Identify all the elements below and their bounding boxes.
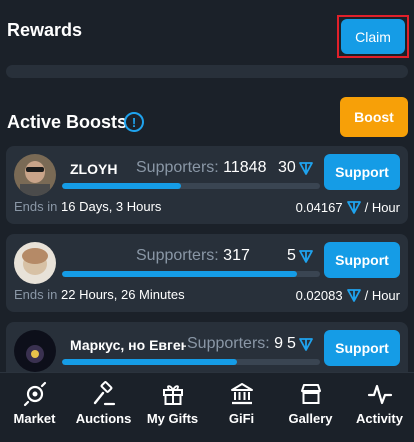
nav-label: Auctions <box>75 411 132 426</box>
supporters-count: Supporters: 11848 <box>136 159 266 177</box>
ends-in-value: 22 Hours, 26 Minutes <box>61 287 185 302</box>
boost-progress-fill <box>62 271 297 277</box>
rate: 0.02083 / Hour <box>296 287 400 303</box>
rewards-title: Rewards <box>7 20 83 40</box>
boost-card: ZLOYH Supporters: 11848 30 Support Ends … <box>6 146 408 224</box>
nav-label: Market <box>13 411 56 426</box>
avatar <box>14 330 56 372</box>
supporters-value: 11848 <box>223 159 267 176</box>
claim-button[interactable]: Claim <box>341 19 405 54</box>
nav-market[interactable]: Market <box>1 373 69 426</box>
ton-icon <box>346 289 361 302</box>
support-button[interactable]: Support <box>324 330 400 366</box>
ton-amount-value: 5 <box>287 335 296 352</box>
boost-progress-fill <box>62 359 238 365</box>
rate: 0.04167 / Hour <box>296 199 400 215</box>
nav-gallery[interactable]: Gallery <box>277 373 345 426</box>
bank-icon <box>230 383 253 405</box>
nav-label: Gallery <box>288 411 333 426</box>
ton-icon <box>299 250 313 263</box>
nav-activity[interactable]: Activity <box>346 373 414 426</box>
boost-progress <box>62 183 320 189</box>
support-button[interactable]: Support <box>324 154 400 190</box>
boost-button[interactable]: Boost <box>340 97 408 137</box>
claim-button-highlight: Claim <box>337 15 409 58</box>
info-icon[interactable]: ! <box>124 112 144 132</box>
ton-amount-value: 30 <box>278 159 296 176</box>
avatar <box>14 242 56 284</box>
supporter-name: ZLOYH <box>70 161 118 177</box>
supporter-name: Маркус, но Евгени <box>70 337 186 353</box>
supporters-label: Supporters: <box>136 247 219 264</box>
rate-value: 0.02083 <box>295 287 343 303</box>
rate-unit: / Hour <box>364 287 400 303</box>
nav-label: My Gifts <box>146 411 199 426</box>
market-icon <box>23 381 46 407</box>
gavel-icon <box>93 381 115 406</box>
supporters-label: Supporters: <box>187 335 270 352</box>
boost-progress-fill <box>62 183 181 189</box>
supporters-count: Supporters: 317 <box>136 247 250 265</box>
nav-label: Activity <box>356 411 403 426</box>
ton-amount: 30 <box>278 159 314 177</box>
activity-icon <box>367 384 392 405</box>
ends-in-label: Ends in <box>14 287 58 302</box>
ends-in: Ends in 22 Hours, 26 Minutes <box>14 287 185 302</box>
ends-in-label: Ends in <box>14 199 58 214</box>
support-button[interactable]: Support <box>324 242 400 278</box>
nav-gifi[interactable]: GiFi <box>208 373 276 426</box>
boost-card: Supporters: 317 5 Support Ends in 22 Hou… <box>6 234 408 312</box>
supporters-count: Supporters: 9 <box>187 335 283 353</box>
rate-value: 0.04167 <box>295 199 343 215</box>
ton-icon <box>299 338 313 351</box>
ton-amount: 5 <box>287 247 314 265</box>
rewards-progress-bar <box>6 65 408 78</box>
nav-my-gifts[interactable]: My Gifts <box>139 373 207 426</box>
ends-in: Ends in 16 Days, 3 Hours <box>14 199 161 214</box>
nav-auctions[interactable]: Auctions <box>70 373 138 426</box>
ends-in-value: 16 Days, 3 Hours <box>61 199 162 214</box>
store-icon <box>300 384 321 404</box>
nav-label: GiFi <box>228 411 255 426</box>
ton-icon <box>346 201 361 214</box>
active-boosts-title: Active Boosts <box>7 112 128 132</box>
avatar <box>14 154 56 196</box>
supporters-value: 9 <box>274 335 284 352</box>
supporters-label: Supporters: <box>136 159 219 176</box>
ton-icon <box>298 162 313 175</box>
rate-unit: / Hour <box>364 199 400 215</box>
boost-progress <box>62 271 320 277</box>
ton-amount-value: 5 <box>287 247 296 264</box>
bottom-nav: Market Auctions My Gifts GiFi Gallery Ac… <box>0 372 414 442</box>
boost-progress <box>62 359 320 365</box>
supporters-value: 317 <box>223 247 250 264</box>
gift-icon <box>162 385 183 405</box>
ton-amount: 5 <box>287 335 314 353</box>
